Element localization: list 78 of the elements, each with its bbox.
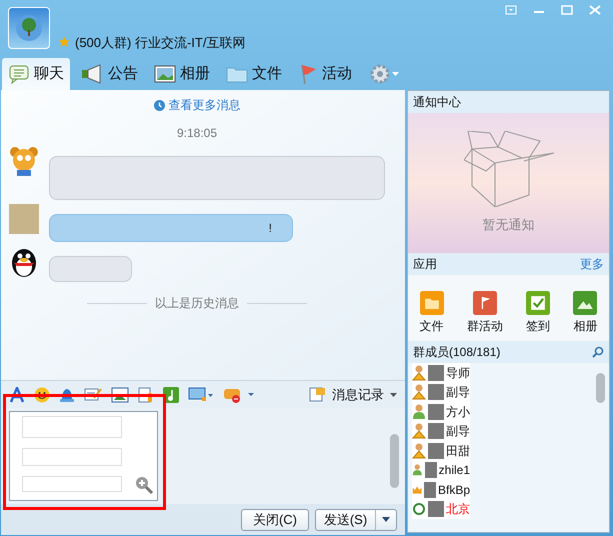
close-button[interactable]: 关闭(C) — [241, 508, 309, 530]
folder-icon — [226, 65, 248, 83]
member-row[interactable]: zhile1 — [412, 460, 470, 480]
bell-icon[interactable] — [59, 386, 75, 402]
chat-record-icon — [309, 387, 326, 402]
star-icon — [58, 36, 70, 48]
member-row[interactable]: 导师 — [412, 363, 470, 382]
search-icon[interactable] — [592, 346, 604, 358]
person-star-icon — [412, 442, 426, 459]
avatar-placeholder — [424, 482, 436, 498]
clock-icon — [154, 100, 164, 110]
block-message-icon[interactable] — [223, 386, 257, 402]
group-name: (500人群) 行业交流-IT/互联网 — [75, 34, 246, 52]
member-row[interactable]: 北京 — [412, 500, 470, 519]
avatar-placeholder — [428, 423, 444, 440]
history-divider-text: 以上是历史消息 — [155, 295, 239, 312]
member-row[interactable]: 副导 — [412, 422, 470, 441]
music-note-icon[interactable] — [163, 386, 179, 402]
screen-share-icon[interactable] — [188, 386, 214, 402]
photo-frame-icon — [154, 65, 176, 83]
tree-globe-icon — [14, 13, 44, 43]
member-name: 田甜 — [446, 442, 470, 460]
person-star-icon — [412, 364, 426, 381]
avatar-placeholder — [428, 501, 444, 518]
person-star-icon — [412, 384, 426, 400]
avatar-placeholder — [428, 384, 444, 400]
person-icon — [412, 462, 423, 478]
member-row[interactable]: BfkBp — [412, 480, 470, 500]
settings-icon — [370, 64, 390, 84]
notice-title: 通知中心 — [413, 94, 461, 111]
members-title: 群成员(108/181) — [413, 344, 500, 361]
caret-icon — [392, 72, 399, 76]
tab[interactable]: 文件 — [220, 58, 288, 90]
app-shortcut[interactable]: 群活动 — [466, 291, 503, 335]
zoom-in-icon[interactable] — [135, 476, 153, 494]
member-name: 北京 — [446, 501, 470, 518]
member-name: BfkBp — [438, 482, 470, 499]
tab[interactable]: 公告 — [74, 58, 144, 90]
tab[interactable]: 相册 — [148, 58, 216, 90]
more-link[interactable]: 更多 — [580, 255, 604, 273]
photo-placeholder — [9, 204, 39, 234]
more-messages-link[interactable]: 查看更多消息 — [154, 96, 240, 114]
member-name: 导师 — [446, 364, 470, 382]
empty-notice-text: 暂无通知 — [482, 216, 534, 234]
message-time: 9:18:05 — [176, 125, 218, 142]
app-shortcut[interactable]: 文件 — [420, 291, 444, 335]
avatar-placeholder — [428, 404, 444, 420]
scrollbar-thumb — [596, 373, 605, 403]
tab[interactable]: 聊天 — [2, 58, 70, 90]
app-shortcut[interactable]: 签到 — [526, 291, 550, 335]
app-shortcut[interactable]: 相册 — [573, 291, 598, 335]
avatar-placeholder — [428, 364, 444, 381]
person-star-icon — [412, 423, 426, 440]
member-row[interactable]: 田甜 — [412, 441, 470, 460]
avatar-placeholder — [428, 442, 444, 459]
penguin-avatar-icon — [9, 246, 39, 278]
apps-title: 应用 — [413, 256, 437, 273]
tab[interactable]: 活动 — [292, 58, 358, 90]
message-text: ! — [268, 220, 272, 237]
member-name: zhile1 — [438, 462, 470, 480]
chat-bubble-icon — [8, 64, 30, 84]
person-icon — [412, 404, 426, 420]
member-name: 副导 — [446, 423, 470, 440]
empty-box-icon — [464, 131, 554, 208]
bear-avatar-icon — [9, 146, 39, 176]
member-name: 方小 — [446, 404, 470, 421]
message-history-button[interactable]: 消息记录 — [309, 384, 397, 404]
avatar-placeholder — [424, 462, 437, 478]
message-input-field[interactable] — [1, 408, 405, 504]
member-row[interactable]: 方小 — [412, 402, 470, 422]
caret-icon — [390, 392, 397, 396]
caret-icon — [382, 517, 390, 522]
member-name: 副导 — [446, 384, 470, 402]
member-row[interactable]: 副导 — [412, 382, 470, 402]
scrollbar-thumb — [390, 434, 399, 488]
font-icon[interactable] — [9, 386, 25, 402]
smiley-icon[interactable] — [34, 386, 50, 402]
ring-icon — [412, 502, 426, 516]
